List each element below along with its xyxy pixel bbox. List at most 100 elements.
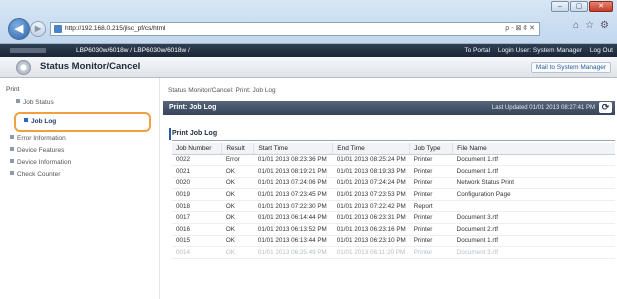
cell-result: OK xyxy=(221,223,254,236)
cell-start-time: 01/01 2013 06:14:44 PM xyxy=(253,211,333,225)
address-tools[interactable]: ρ - ⊠ ¢ ✕ xyxy=(505,23,535,35)
window-controls: – ▢ ✕ xyxy=(551,1,613,12)
col-result: Result xyxy=(221,143,254,155)
gear-icon[interactable]: ⚙ xyxy=(600,20,609,31)
cell-file-name: Document 3.rtf xyxy=(452,211,615,225)
sidebar-item-label: Device Features xyxy=(17,147,65,154)
cell-job-type: Printer xyxy=(409,154,453,167)
bullet-icon xyxy=(10,159,14,163)
cell-end-time: 01/01 2013 08:25:24 PM xyxy=(332,154,410,167)
page-title: Status Monitor/Cancel xyxy=(40,61,141,72)
cell-job-number: 0018 xyxy=(172,200,222,213)
cell-file-name xyxy=(452,200,615,213)
cell-job-number: 0020 xyxy=(172,177,222,190)
table-row: 0015 OK 01/01 2013 06:13:44 PM 01/01 201… xyxy=(172,235,615,248)
cell-end-time: 01/01 2013 08:19:33 PM xyxy=(332,165,410,178)
col-job-number: Job Number xyxy=(172,143,222,155)
forward-button[interactable]: ▶ xyxy=(30,21,46,37)
cell-file-name: Document 1.rtf xyxy=(452,154,615,167)
cell-job-number: 0019 xyxy=(172,188,222,201)
bullet-icon xyxy=(16,99,20,103)
sidebar-item-job-log[interactable]: Job Log xyxy=(14,112,151,132)
brand-logo xyxy=(10,48,46,53)
cell-result: OK xyxy=(221,165,254,178)
cell-start-time: 01/01 2013 07:24:06 PM xyxy=(253,177,333,190)
home-icon[interactable]: ⌂ xyxy=(573,20,579,31)
cell-job-number: 0014 xyxy=(172,246,222,259)
refresh-button[interactable]: ⟳ xyxy=(599,102,612,113)
cell-result: OK xyxy=(221,200,254,213)
cell-job-number: 0021 xyxy=(172,165,222,178)
back-button[interactable]: ◀ xyxy=(8,18,30,40)
cell-job-type: Report xyxy=(409,200,453,213)
cell-result: OK xyxy=(221,211,254,225)
sidebar-item-label: Check Counter xyxy=(17,171,61,178)
panel-title: Print: Job Log xyxy=(169,104,217,111)
last-updated: Last Updated 01/01 2013 08:27:41 PM xyxy=(491,105,595,111)
col-file-name: File Name xyxy=(452,143,615,155)
cell-end-time: 01/01 2013 07:22:42 PM xyxy=(332,200,410,213)
to-portal-link[interactable]: To Portal xyxy=(464,47,490,54)
col-start-time: Start Time xyxy=(253,143,333,155)
bullet-icon xyxy=(10,147,14,151)
cell-start-time: 01/01 2013 06:13:52 PM xyxy=(253,223,333,236)
bullet-icon xyxy=(24,118,28,122)
cell-start-time: 01/01 2013 08:19:21 PM xyxy=(253,165,333,178)
cell-file-name: Network Status Print xyxy=(452,177,615,190)
cell-result: Error xyxy=(221,154,254,167)
sidebar-item-label: Job Log xyxy=(31,118,57,125)
cell-job-number: 0015 xyxy=(172,235,222,248)
cell-file-name: Configuration Page xyxy=(452,188,615,201)
log-out-link[interactable]: Log Out xyxy=(590,47,613,54)
cell-start-time: 01/01 2013 07:22:30 PM xyxy=(253,200,333,213)
sidebar-item-device-features[interactable]: Device Features xyxy=(10,147,64,154)
table-row: 0014 OK 01/01 2013 06:25:49 PM 01/01 201… xyxy=(172,246,615,259)
sidebar-item-device-information[interactable]: Device Information xyxy=(10,159,71,166)
cell-job-type: Printer xyxy=(409,177,453,190)
status-monitor-icon xyxy=(16,60,31,75)
refresh-icon: ⟳ xyxy=(601,102,610,112)
bullet-icon xyxy=(10,171,14,175)
sidebar-item-check-counter[interactable]: Check Counter xyxy=(10,171,60,178)
panel-header: Print: Job Log Last Updated 01/01 2013 0… xyxy=(163,101,615,115)
site-icon xyxy=(54,25,62,33)
address-bar[interactable]: http://192.168.0.215/jlsc_pf/cs/html ρ -… xyxy=(50,22,540,36)
sidebar-item-label: Job Status xyxy=(23,99,54,106)
cell-file-name: Document 3.rtf xyxy=(452,246,615,259)
device-header: LBP6030w/6018w / LBP6030w/6018w / To Por… xyxy=(0,44,617,57)
table-row: 0021 OK 01/01 2013 08:19:21 PM 01/01 201… xyxy=(172,165,615,178)
cell-end-time: 01/01 2013 06:23:10 PM xyxy=(332,235,410,248)
star-icon[interactable]: ☆ xyxy=(585,20,594,31)
cell-job-type: Printer xyxy=(409,188,453,201)
table-row: 0016 OK 01/01 2013 06:13:52 PM 01/01 201… xyxy=(172,223,615,236)
cell-result: OK xyxy=(221,188,254,201)
cell-result: OK xyxy=(221,246,254,259)
login-user-label: Login User: System Manager xyxy=(497,47,583,54)
mail-system-manager-button[interactable]: Mail to System Manager xyxy=(530,62,611,73)
section-divider xyxy=(172,140,615,141)
col-end-time: End Time xyxy=(332,143,410,155)
cell-job-type: Printer xyxy=(409,246,453,259)
close-window-button[interactable]: ✕ xyxy=(589,1,613,12)
sidebar-item-job-status[interactable]: Job Status xyxy=(16,99,54,106)
cell-end-time: 01/01 2013 06:23:16 PM xyxy=(332,223,410,236)
browser-icons: ⌂ ☆ ⚙ xyxy=(573,20,609,31)
cell-end-time: 01/01 2013 06:11:20 PM xyxy=(332,246,410,259)
sidebar-item-error-information[interactable]: Error Information xyxy=(10,135,66,142)
job-log-table: Job Number Result Start Time End Time Jo… xyxy=(172,143,615,259)
cell-job-number: 0017 xyxy=(172,211,222,225)
browser-toolbar: – ▢ ✕ ◀ ▶ http://192.168.0.215/jlsc_pf/c… xyxy=(0,0,617,44)
section-marker xyxy=(169,128,171,140)
table-row: 0020 OK 01/01 2013 07:24:06 PM 01/01 201… xyxy=(172,177,615,190)
address-text: http://192.168.0.215/jlsc_pf/cs/html xyxy=(65,25,166,32)
maximize-button[interactable]: ▢ xyxy=(570,1,588,12)
cell-end-time: 01/01 2013 07:23:53 PM xyxy=(332,188,410,201)
sidebar-item-label: Error Information xyxy=(17,135,66,142)
bullet-icon xyxy=(10,135,14,139)
minimize-button[interactable]: – xyxy=(551,1,569,12)
cell-end-time: 01/01 2013 06:23:31 PM xyxy=(332,211,410,225)
cell-job-number: 0016 xyxy=(172,223,222,236)
forward-arrow-icon: ▶ xyxy=(34,24,42,33)
cell-file-name: Document 2.rtf xyxy=(452,223,615,236)
cell-file-name: Document 1.rtf xyxy=(452,165,615,178)
